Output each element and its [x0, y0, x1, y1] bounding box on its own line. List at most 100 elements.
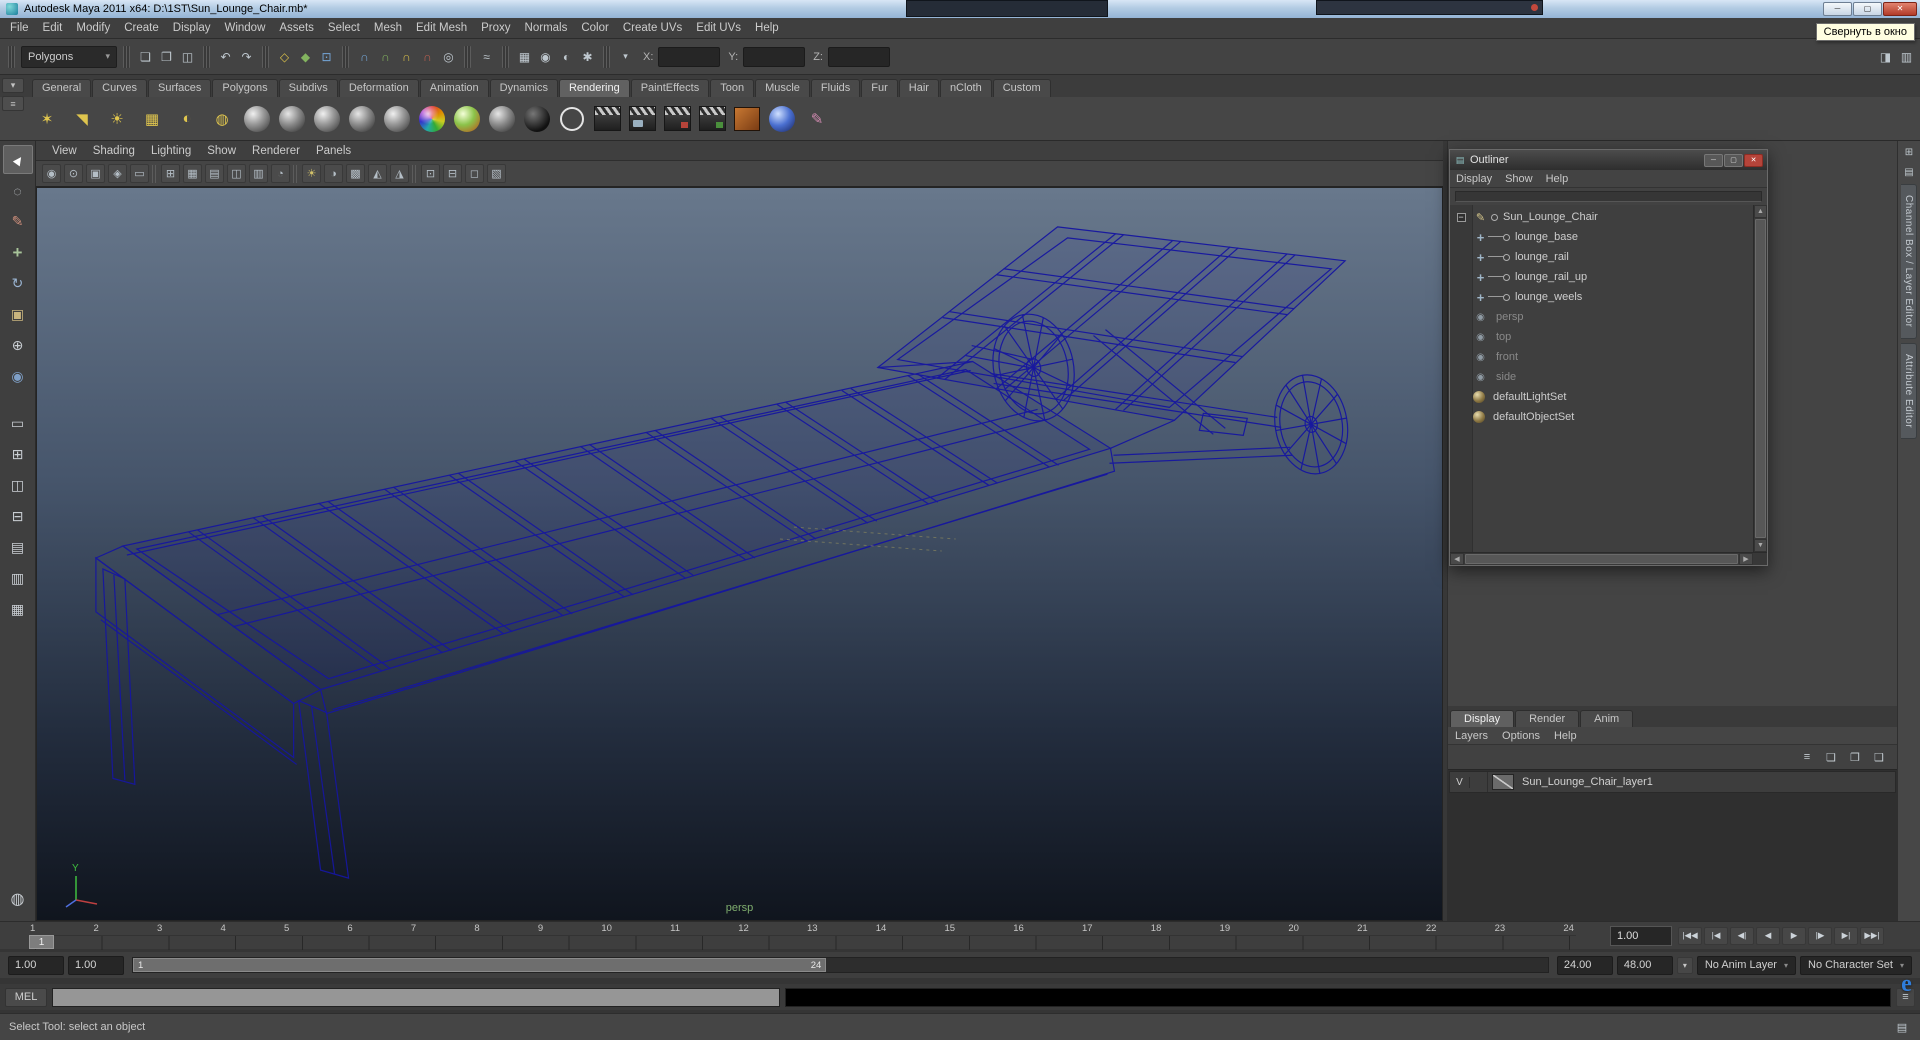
layout-hypergraph-button[interactable]: [3, 564, 33, 593]
status-group-grip[interactable]: [203, 45, 210, 68]
safe-title-icon[interactable]: [390, 164, 409, 183]
time-slider[interactable]: 1 2 3 4 5 6 7 8 9 10 11 12 13 14 15 16 17 18 19 20 21 22 23 24 …: [0, 921, 1920, 950]
layout-four-pane-button[interactable]: [3, 440, 33, 469]
wireframe-on-shaded-icon[interactable]: [421, 164, 440, 183]
status-group-grip[interactable]: [262, 45, 269, 68]
outliner-row[interactable]: side: [1450, 367, 1753, 387]
layout-single-pane-button[interactable]: [3, 409, 33, 438]
image-plane-icon[interactable]: [130, 164, 149, 183]
paint-select-tool[interactable]: [3, 207, 33, 236]
time-slider-track[interactable]: 1 2 3 4 5 6 7 8 9 10 11 12 13 14 15 16 17 18 19 20 21 22 23 24 …: [0, 922, 1604, 950]
scrollbar-thumb[interactable]: [1465, 554, 1738, 564]
universal-manipulator-tool[interactable]: [3, 331, 33, 360]
animation-end-field[interactable]: 48.00: [1616, 955, 1673, 975]
outliner-row[interactable]: persp: [1450, 307, 1753, 327]
outliner-minimize-button[interactable]: ─: [1704, 153, 1723, 167]
browser-e-icon[interactable]: [1893, 968, 1920, 1000]
outliner-row[interactable]: lounge_base: [1450, 227, 1753, 247]
make-live-icon[interactable]: [439, 47, 458, 66]
outliner-row[interactable]: lounge_weels: [1450, 287, 1753, 307]
panel-toggle-icon[interactable]: ▤: [1901, 164, 1918, 180]
ipr-render-icon[interactable]: [557, 47, 576, 66]
outliner-horizontal-scrollbar[interactable]: ◀ ▶: [1450, 552, 1767, 565]
anim-layer-selector[interactable]: No Anim Layer: [1696, 955, 1796, 975]
use-background-shader-icon[interactable]: [557, 103, 587, 135]
render-view-icon[interactable]: [515, 47, 534, 66]
render-globals-icon[interactable]: [592, 103, 622, 135]
menu-item[interactable]: Color: [574, 18, 615, 39]
outliner-node-label[interactable]: defaultLightSet: [1493, 391, 1566, 403]
status-group-grip[interactable]: [123, 45, 130, 68]
construction-history-icon[interactable]: [477, 47, 496, 66]
range-slider-selected[interactable]: 1 24: [133, 958, 827, 972]
outliner-close-button[interactable]: ✕: [1744, 153, 1763, 167]
snap-to-grid-icon[interactable]: [355, 47, 374, 66]
snap-to-curve-icon[interactable]: [376, 47, 395, 66]
menu-item[interactable]: Normals: [518, 18, 575, 39]
snap-to-point-icon[interactable]: [397, 47, 416, 66]
playback-end-field[interactable]: 24.00: [1556, 955, 1613, 975]
outliner-row[interactable]: top: [1450, 327, 1753, 347]
command-input-field[interactable]: [52, 987, 780, 1007]
undo-icon[interactable]: [216, 47, 235, 66]
grid-icon[interactable]: [183, 164, 202, 183]
layout-multi-button[interactable]: [3, 595, 33, 624]
tab-attribute-editor[interactable]: Attribute Editor: [1901, 342, 1917, 439]
playback-button[interactable]: |◀: [1704, 926, 1728, 945]
status-group-grip[interactable]: [464, 45, 471, 68]
rainbow-ramp-material-icon[interactable]: [417, 103, 447, 135]
black-surface-shader-icon[interactable]: [522, 103, 552, 135]
batch-render-icon[interactable]: [697, 103, 727, 135]
menu-item[interactable]: Create: [117, 18, 166, 39]
hotbox-icon[interactable]: [3, 884, 33, 913]
playback-button[interactable]: ▶|: [1834, 926, 1858, 945]
restore-button[interactable]: ▢: [1853, 2, 1882, 16]
tab-channel-box-layer-editor[interactable]: Channel Box / Layer Editor: [1901, 184, 1917, 339]
directional-light-icon[interactable]: ☀: [102, 103, 132, 135]
layer-editor-tab[interactable]: Display: [1450, 710, 1515, 727]
volume-light-icon[interactable]: ◍: [207, 103, 237, 135]
outliner-node-label[interactable]: persp: [1496, 311, 1524, 323]
ipr-render-icon[interactable]: [662, 103, 692, 135]
scroll-right-icon[interactable]: ▶: [1739, 553, 1753, 565]
select-hierarchy-icon[interactable]: [275, 47, 294, 66]
snap-to-view-plane-icon[interactable]: [418, 47, 437, 66]
layer-color-swatch[interactable]: [1492, 774, 1514, 790]
current-time-field[interactable]: 1.00: [1610, 926, 1672, 946]
status-group-grip[interactable]: [502, 45, 509, 68]
camera-attributes-icon[interactable]: [86, 164, 105, 183]
playback-button[interactable]: |▶: [1808, 926, 1832, 945]
outliner-row[interactable]: − Sun_Lounge_Chair: [1450, 207, 1753, 227]
layer-playback-toggle[interactable]: [1470, 772, 1488, 792]
layout-two-side-button[interactable]: [3, 471, 33, 500]
layer-row[interactable]: V Sun_Lounge_Chair_layer1: [1449, 771, 1896, 793]
outliner-filter-field[interactable]: [1455, 191, 1762, 202]
hypershade-icon[interactable]: [732, 103, 762, 135]
shelf-tab[interactable]: Rendering: [558, 79, 630, 97]
auto-keyframe-icon[interactable]: ▾: [1676, 956, 1693, 974]
outliner-node-label[interactable]: Sun_Lounge_Chair: [1503, 211, 1598, 223]
scrollbar-thumb[interactable]: [1755, 219, 1766, 538]
layout-persp-outliner-button[interactable]: [3, 533, 33, 562]
outliner-node-label[interactable]: lounge_rail_up: [1515, 271, 1587, 283]
command-result-field[interactable]: [785, 987, 1891, 1007]
render-view-icon[interactable]: [627, 103, 657, 135]
lasso-select-tool[interactable]: [3, 176, 33, 205]
layer-name[interactable]: Sun_Lounge_Chair_layer1: [1518, 776, 1653, 788]
layer-editor-menu-item[interactable]: Options: [1502, 730, 1540, 742]
outliner-node-label[interactable]: defaultObjectSet: [1493, 411, 1574, 423]
close-button[interactable]: ✕: [1883, 2, 1917, 16]
outliner-row[interactable]: lounge_rail_up: [1450, 267, 1753, 287]
menu-item[interactable]: Edit Mesh: [409, 18, 474, 39]
viewport-menu-item[interactable]: Shading: [85, 145, 143, 157]
render-settings-icon[interactable]: [578, 47, 597, 66]
current-frame-marker[interactable]: 1: [29, 935, 54, 949]
show-attribute-editor-icon[interactable]: [1897, 47, 1916, 66]
layer-editor-menu-item[interactable]: Layers: [1455, 730, 1488, 742]
save-scene-icon[interactable]: [178, 47, 197, 66]
shelf-tab[interactable]: Subdivs: [278, 79, 338, 97]
lights-icon[interactable]: [302, 164, 321, 183]
layered-shader-icon[interactable]: [487, 103, 517, 135]
textures-icon[interactable]: [346, 164, 365, 183]
select-tool[interactable]: [2, 145, 33, 174]
